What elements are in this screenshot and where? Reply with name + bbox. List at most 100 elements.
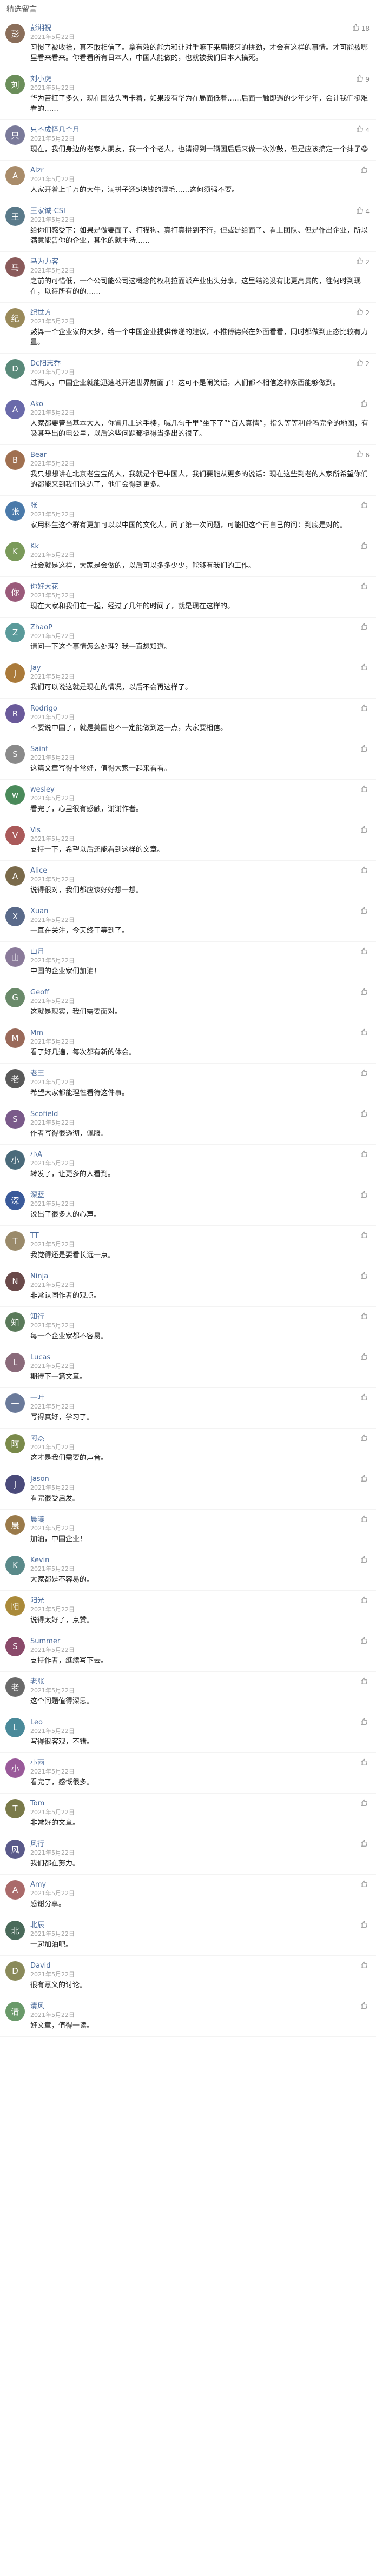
like-button[interactable]: 6: [356, 450, 370, 460]
commenter-name[interactable]: 一叶: [30, 1393, 75, 1403]
like-button[interactable]: [360, 745, 370, 754]
avatar[interactable]: T: [5, 1799, 25, 1818]
commenter-name[interactable]: 北辰: [30, 1921, 75, 1930]
avatar[interactable]: J: [5, 1475, 25, 1494]
like-button[interactable]: 4: [356, 125, 370, 135]
avatar[interactable]: 刘: [5, 75, 25, 94]
like-button[interactable]: [360, 907, 370, 916]
avatar[interactable]: 老: [5, 1677, 25, 1697]
like-button[interactable]: [360, 623, 370, 632]
commenter-name[interactable]: David: [30, 1961, 75, 1970]
avatar[interactable]: S: [5, 745, 25, 764]
commenter-name[interactable]: 山月: [30, 947, 75, 957]
avatar[interactable]: 王: [5, 207, 25, 226]
like-button[interactable]: [360, 1150, 370, 1159]
commenter-name[interactable]: Amy: [30, 1880, 75, 1889]
commenter-name[interactable]: Tom: [30, 1799, 75, 1808]
commenter-name[interactable]: Xuan: [30, 907, 75, 916]
avatar[interactable]: K: [5, 1556, 25, 1575]
like-button[interactable]: [360, 1799, 370, 1808]
like-button[interactable]: [360, 542, 370, 551]
avatar[interactable]: M: [5, 1028, 25, 1048]
avatar[interactable]: 知: [5, 1312, 25, 1332]
avatar[interactable]: L: [5, 1353, 25, 1372]
like-button[interactable]: [360, 582, 370, 592]
like-button[interactable]: 2: [356, 308, 370, 317]
avatar[interactable]: Z: [5, 623, 25, 642]
like-button[interactable]: [360, 1556, 370, 1565]
avatar[interactable]: 马: [5, 257, 25, 277]
avatar[interactable]: 风: [5, 1840, 25, 1859]
like-button[interactable]: [360, 1434, 370, 1443]
avatar[interactable]: 阳: [5, 1596, 25, 1616]
like-button[interactable]: [360, 1758, 370, 1768]
commenter-name[interactable]: 清风: [30, 2002, 75, 2011]
commenter-name[interactable]: Vis: [30, 826, 75, 835]
commenter-name[interactable]: 老张: [30, 1677, 75, 1687]
avatar[interactable]: A: [5, 1880, 25, 1900]
avatar[interactable]: 纪: [5, 308, 25, 328]
like-button[interactable]: 9: [356, 75, 370, 84]
commenter-name[interactable]: Lucas: [30, 1353, 75, 1362]
avatar[interactable]: S: [5, 1110, 25, 1129]
commenter-name[interactable]: Jason: [30, 1475, 75, 1484]
commenter-name[interactable]: 深蓝: [30, 1191, 75, 1200]
like-button[interactable]: [360, 1921, 370, 1930]
avatar[interactable]: 晨: [5, 1515, 25, 1535]
commenter-name[interactable]: 张: [30, 501, 75, 510]
commenter-name[interactable]: 小A: [30, 1150, 75, 1159]
avatar[interactable]: 张: [5, 501, 25, 521]
avatar[interactable]: G: [5, 988, 25, 1007]
like-button[interactable]: 2: [356, 257, 370, 267]
like-button[interactable]: [360, 1191, 370, 1200]
avatar[interactable]: 北: [5, 1921, 25, 1940]
commenter-name[interactable]: Jay: [30, 663, 75, 673]
like-button[interactable]: [360, 1840, 370, 1849]
like-button[interactable]: [360, 988, 370, 997]
commenter-name[interactable]: 知行: [30, 1312, 75, 1322]
commenter-name[interactable]: wesley: [30, 785, 75, 794]
like-button[interactable]: [360, 1069, 370, 1078]
avatar[interactable]: 阿: [5, 1434, 25, 1453]
like-button[interactable]: [360, 1515, 370, 1524]
avatar[interactable]: 只: [5, 125, 25, 145]
avatar[interactable]: 彭: [5, 24, 25, 43]
avatar[interactable]: J: [5, 663, 25, 683]
like-button[interactable]: [360, 704, 370, 713]
commenter-name[interactable]: Summer: [30, 1637, 75, 1646]
commenter-name[interactable]: ZhaoP: [30, 623, 75, 632]
commenter-name[interactable]: Mm: [30, 1028, 75, 1038]
like-button[interactable]: [360, 866, 370, 875]
like-button[interactable]: [360, 1596, 370, 1605]
like-button[interactable]: [360, 826, 370, 835]
avatar[interactable]: K: [5, 542, 25, 561]
like-button[interactable]: [360, 1961, 370, 1970]
commenter-name[interactable]: 王家诚-CSI: [30, 207, 75, 216]
like-button[interactable]: [360, 785, 370, 794]
commenter-name[interactable]: 只不成怪几个月: [30, 125, 80, 135]
commenter-name[interactable]: 风行: [30, 1840, 75, 1849]
avatar[interactable]: D: [5, 359, 25, 379]
like-button[interactable]: [360, 1637, 370, 1646]
commenter-name[interactable]: 晨曦: [30, 1515, 75, 1524]
like-button[interactable]: [360, 1718, 370, 1727]
avatar[interactable]: w: [5, 785, 25, 805]
like-button[interactable]: [360, 1393, 370, 1403]
like-button[interactable]: [360, 947, 370, 957]
avatar[interactable]: D: [5, 1961, 25, 1981]
like-button[interactable]: [360, 1880, 370, 1889]
like-button[interactable]: [360, 2002, 370, 2011]
avatar[interactable]: 小: [5, 1150, 25, 1170]
commenter-name[interactable]: Geoff: [30, 988, 75, 997]
like-button[interactable]: 18: [352, 24, 370, 33]
like-button[interactable]: 2: [356, 359, 370, 368]
avatar[interactable]: V: [5, 826, 25, 845]
like-button[interactable]: [360, 663, 370, 673]
commenter-name[interactable]: 纪世方: [30, 308, 75, 317]
commenter-name[interactable]: Ako: [30, 400, 75, 409]
avatar[interactable]: 山: [5, 947, 25, 967]
avatar[interactable]: L: [5, 1718, 25, 1737]
commenter-name[interactable]: 刘小虎: [30, 75, 75, 84]
commenter-name[interactable]: Saint: [30, 745, 75, 754]
commenter-name[interactable]: 阳光: [30, 1596, 75, 1605]
